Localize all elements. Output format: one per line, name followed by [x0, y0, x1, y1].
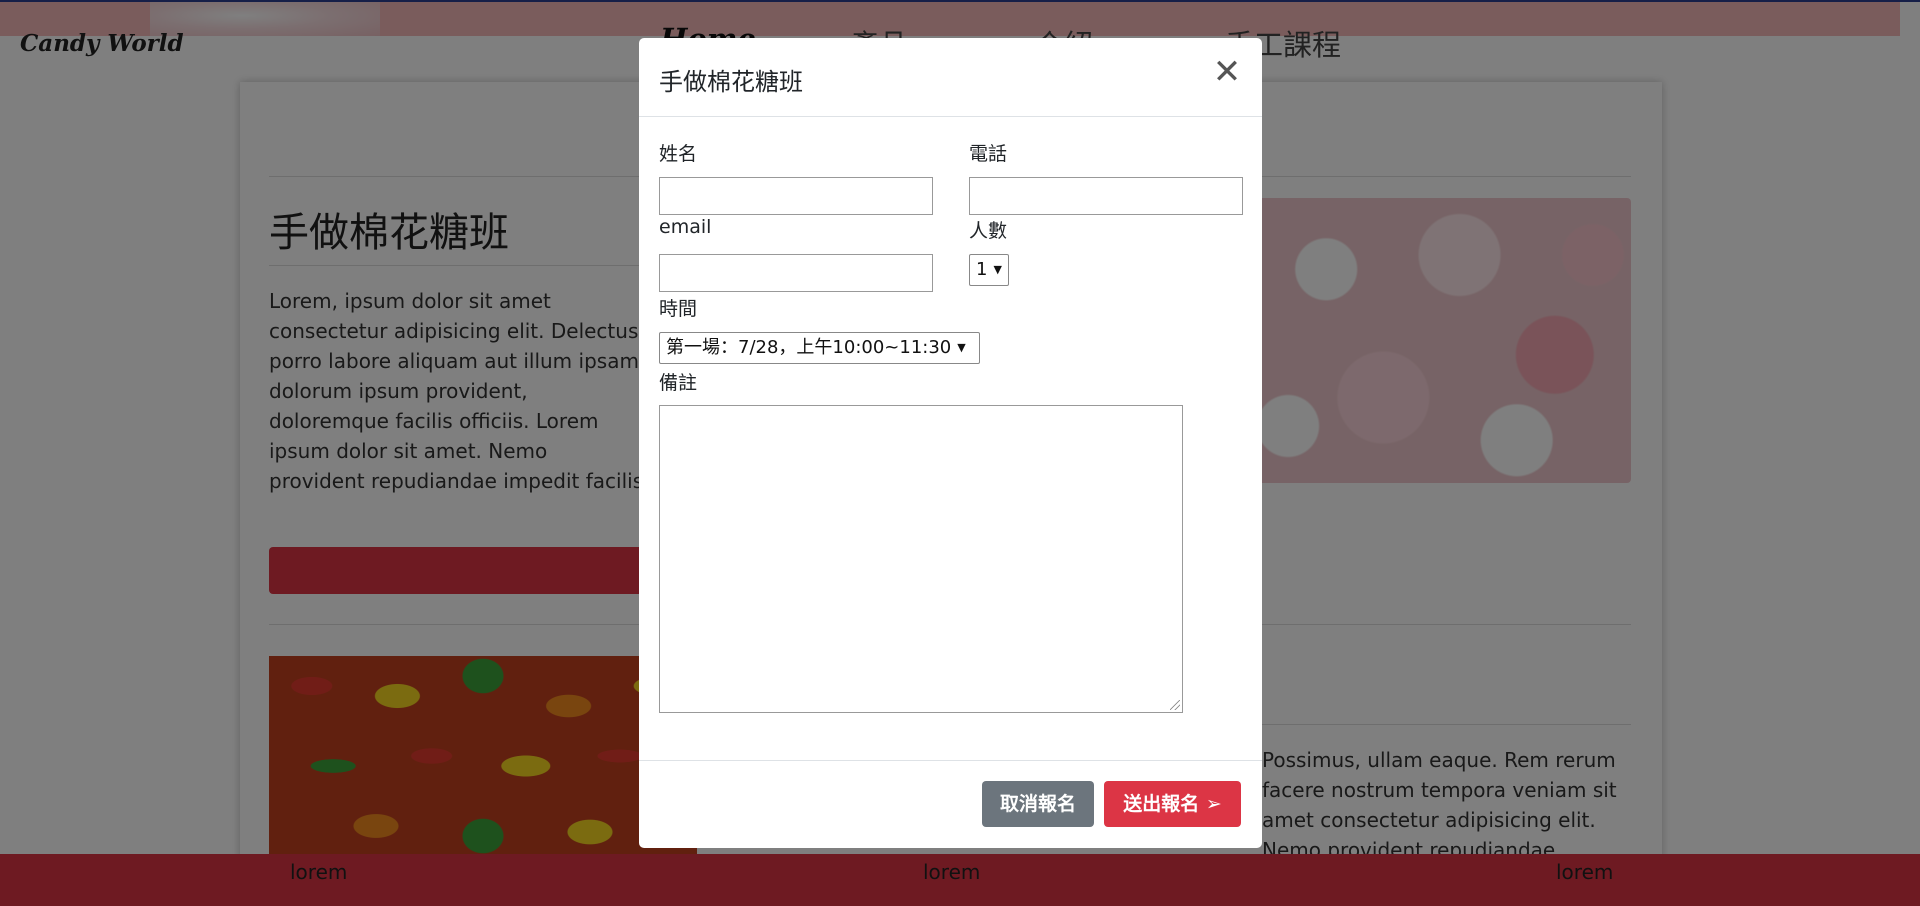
time-select-value: 第一場：7/28，上午10:00~11:30 — [666, 337, 952, 358]
select-arrow-icon: ▼ — [957, 341, 966, 354]
modal-title: 手做棉花糖班 — [659, 68, 803, 96]
people-select[interactable]: 1 ▼ — [969, 254, 1009, 286]
people-label: 人數 — [969, 220, 1008, 242]
phone-label: 電話 — [969, 143, 1008, 165]
email-label: email — [659, 216, 712, 238]
name-input[interactable] — [659, 177, 933, 215]
phone-input[interactable] — [969, 177, 1243, 215]
select-arrow-icon: ▼ — [993, 263, 1002, 276]
submit-signup-button[interactable]: 送出報名 ➢ — [1104, 781, 1241, 827]
submit-signup-label: 送出報名 — [1123, 793, 1200, 815]
signup-modal: 手做棉花糖班 ✕ 姓名 電話 email 人數 1 ▼ 時間 第一場：7/28，上… — [639, 38, 1262, 848]
close-icon[interactable]: ✕ — [1209, 54, 1245, 90]
time-label: 時間 — [659, 298, 698, 320]
cancel-signup-button[interactable]: 取消報名 — [982, 781, 1094, 827]
modal-header-divider — [639, 116, 1262, 117]
name-label: 姓名 — [659, 143, 698, 165]
modal-footer-divider — [639, 760, 1262, 761]
people-select-value: 1 — [976, 259, 988, 280]
note-label: 備註 — [659, 372, 698, 394]
paper-plane-icon: ➢ — [1205, 793, 1222, 815]
time-select[interactable]: 第一場：7/28，上午10:00~11:30 ▼ — [659, 332, 980, 364]
email-input[interactable] — [659, 254, 933, 292]
resize-grip-icon[interactable] — [1170, 700, 1180, 710]
note-textarea[interactable] — [659, 405, 1183, 713]
